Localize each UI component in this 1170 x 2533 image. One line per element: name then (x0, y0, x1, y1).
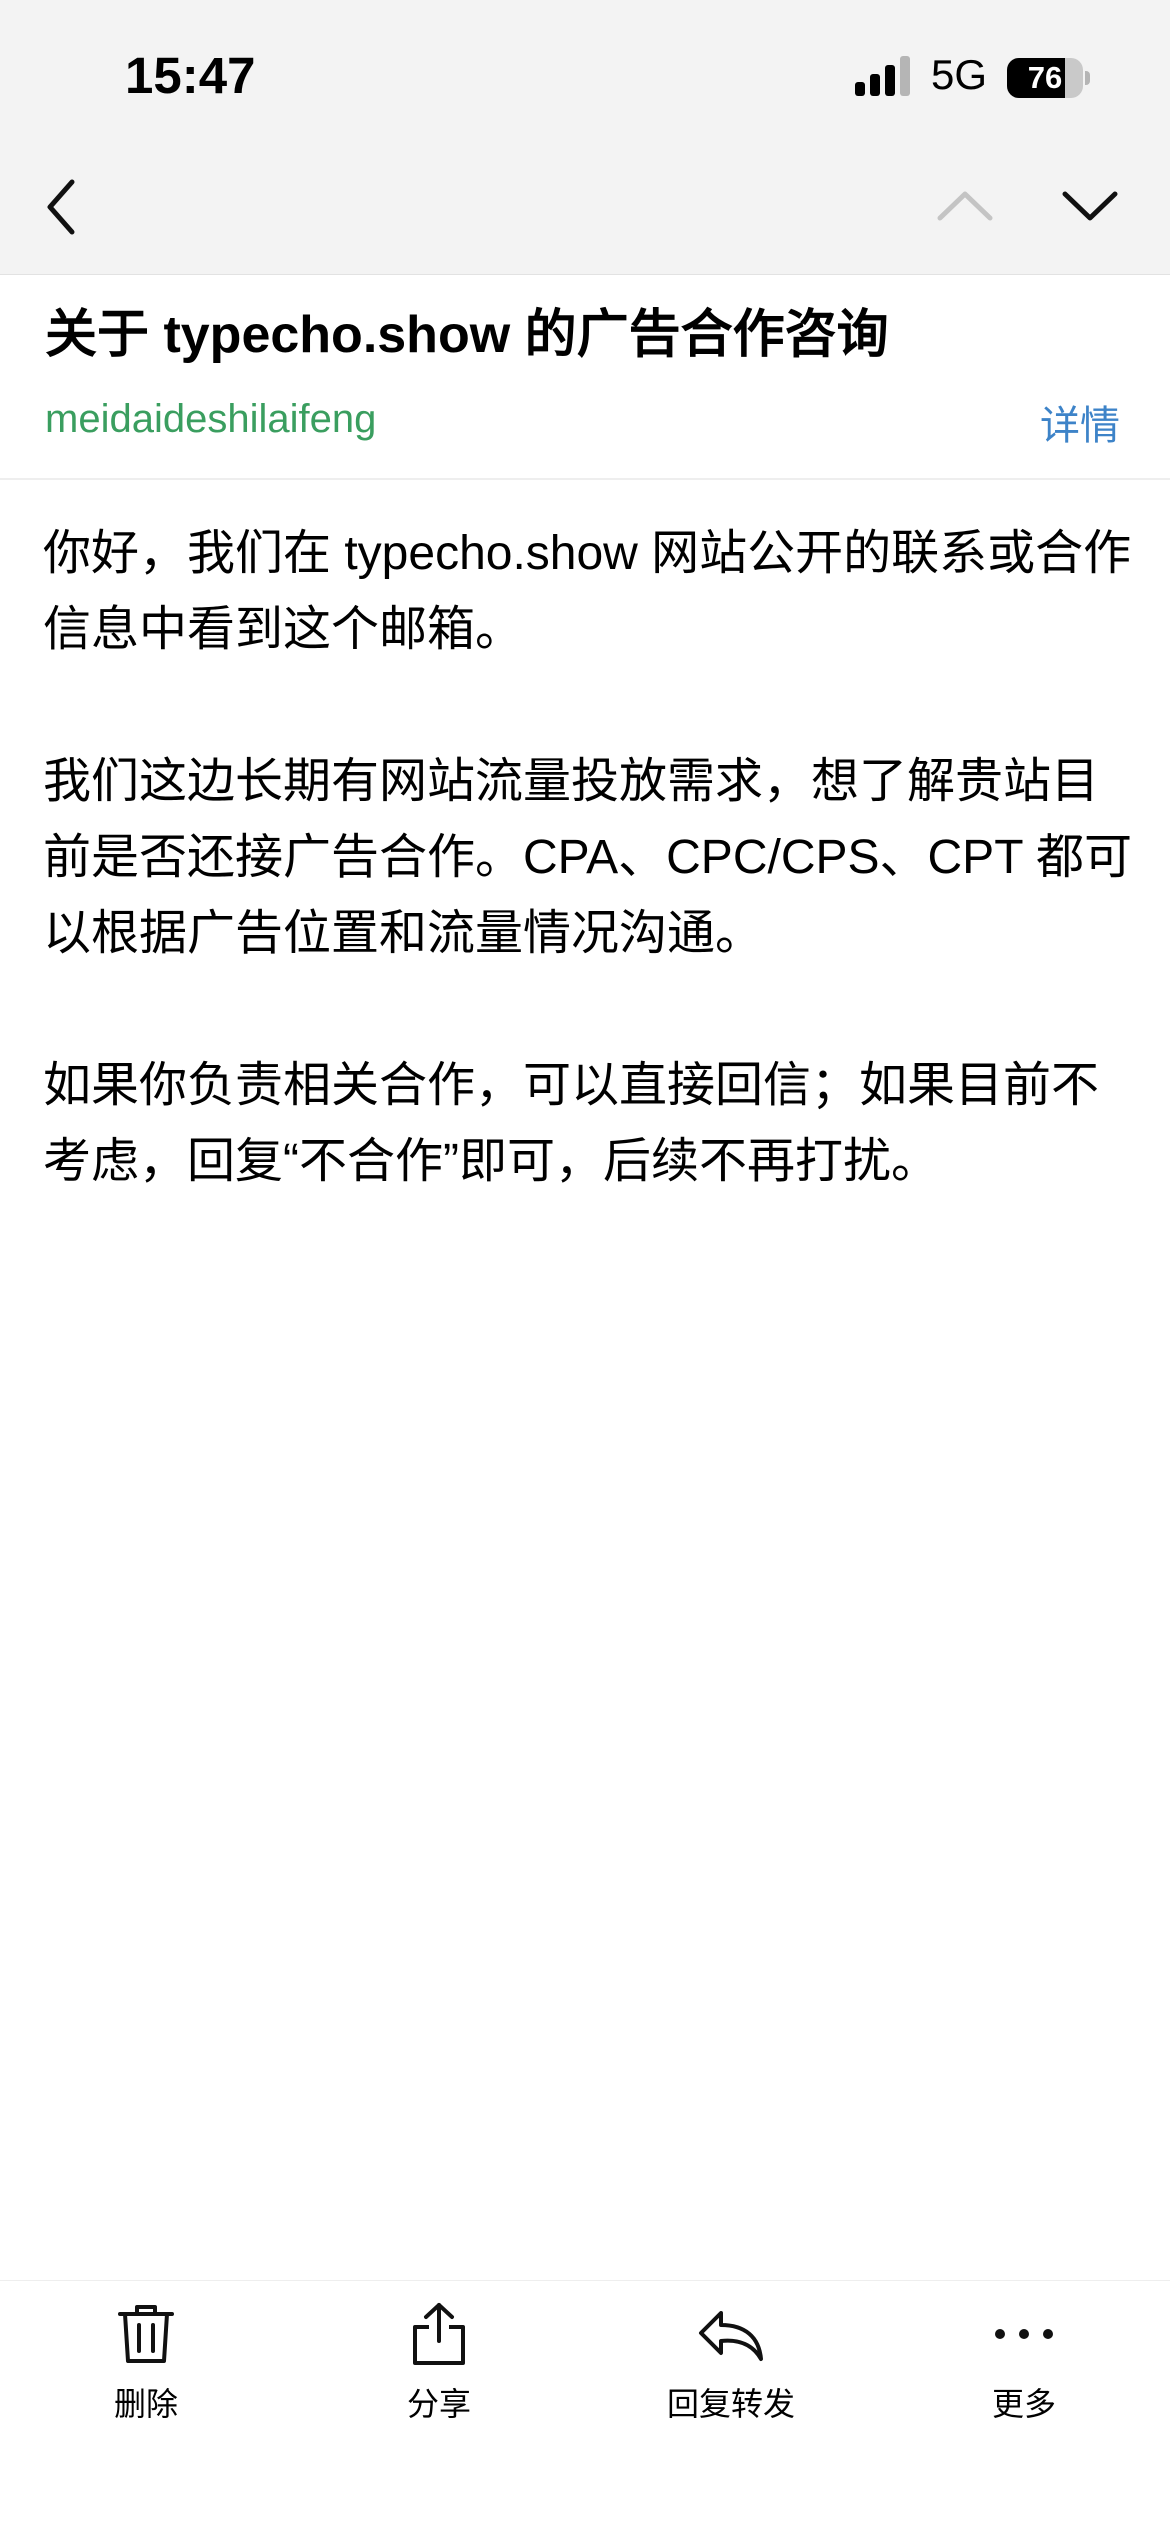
more-label: 更多 (991, 2386, 1056, 2422)
more-dots-icon (995, 2329, 1053, 2339)
body-paragraph: 我们这边长期有网站流量投放需求，想了解贵站目前是否还接广告合作。CPA、CPC/… (43, 755, 1132, 960)
body-paragraph: 你好，我们在 typecho.show 网站公开的联系或合作信息中看到这个邮箱。 (43, 527, 1132, 656)
more-button[interactable]: 更多 (914, 2301, 1134, 2441)
status-bar: 15:47 5G 76 (0, 0, 1170, 150)
share-icon (413, 2303, 465, 2365)
previous-email-button[interactable] (930, 176, 1000, 236)
email-header: 关于 typecho.show 的广告合作咨询 meidaideshilaife… (0, 275, 1170, 480)
next-email-button[interactable] (1055, 176, 1125, 236)
body-paragraph: 如果你负责相关合作，可以直接回信；如果目前不考虑，回复“不合作”即可，后续不再打… (43, 1059, 1100, 1188)
email-body: 你好，我们在 typecho.show 网站公开的联系或合作信息中看到这个邮箱。… (43, 516, 1143, 1276)
chevron-down-icon (1062, 191, 1118, 221)
email-subject: 关于 typecho.show 的广告合作咨询 (45, 306, 889, 364)
details-link[interactable]: 详情 (1040, 393, 1120, 451)
delete-button[interactable]: 删除 (36, 2301, 256, 2441)
reply-forward-label: 回复转发 (666, 2386, 795, 2422)
chevron-up-icon (937, 191, 993, 221)
share-label: 分享 (406, 2386, 471, 2422)
sender-name[interactable]: meidaideshilaifeng (45, 397, 376, 442)
bottom-toolbar: 删除 分享 回复转发 更多 (0, 2280, 1170, 2533)
delete-label: 删除 (113, 2386, 178, 2422)
trash-icon (118, 2305, 174, 2363)
nav-bar (0, 150, 1170, 275)
network-type: 5G (931, 51, 988, 98)
battery-percent: 76 (1027, 60, 1063, 95)
share-button[interactable]: 分享 (329, 2301, 549, 2441)
reply-icon (699, 2311, 763, 2361)
battery-icon: 76 (1007, 58, 1090, 98)
chevron-left-icon (47, 179, 75, 235)
reply-forward-button[interactable]: 回复转发 (621, 2301, 841, 2441)
status-time: 15:47 (125, 47, 256, 104)
back-button[interactable] (30, 170, 100, 244)
cellular-signal-icon (855, 56, 910, 96)
